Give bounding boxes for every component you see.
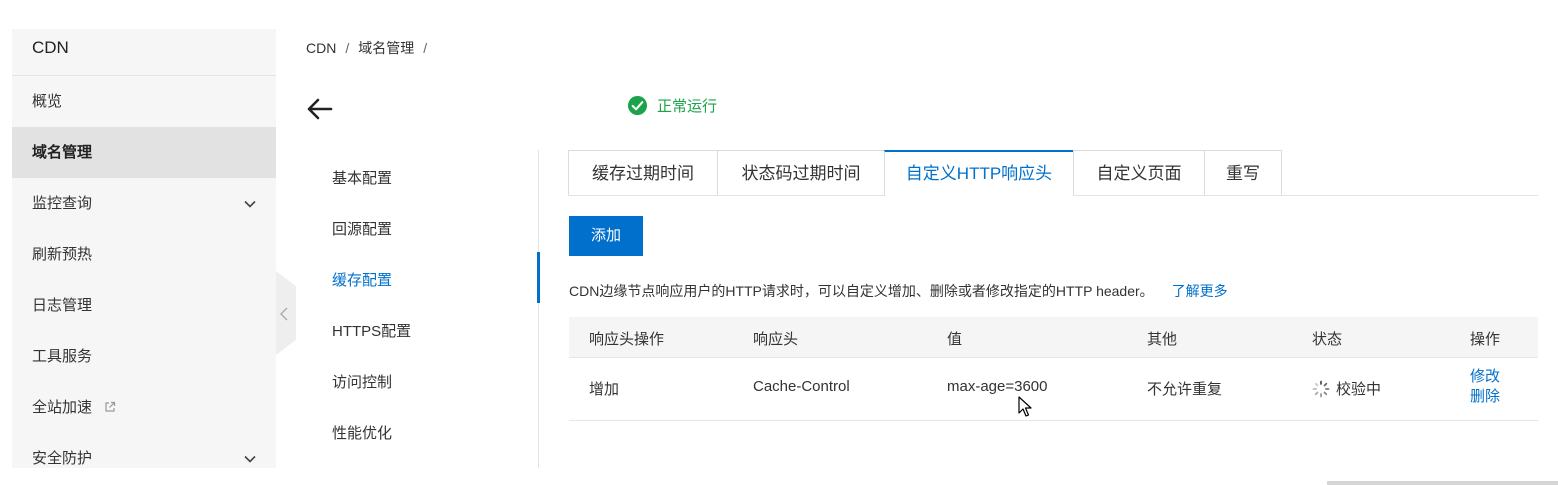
edit-link[interactable]: 修改 [1470,367,1500,387]
tab-custom-http-headers[interactable]: 自定义HTTP响应头 [884,150,1074,196]
subnav-item-label: HTTPS配置 [332,323,412,340]
chevron-down-icon [244,455,256,463]
tab-label: 缓存过期时间 [592,164,694,183]
add-button[interactable]: 添加 [569,216,643,256]
check-circle-icon [627,95,648,116]
row-other: 不允许重复 [1147,381,1223,398]
sidebar-item-label: 安全防护 [32,450,93,467]
config-subnav: 基本配置 回源配置 缓存配置 HTTPS配置 访问控制 性能优化 [306,150,540,468]
subnav-item-label: 缓存配置 [332,272,393,289]
loading-spinner-icon [1312,380,1330,398]
breadcrumb-current[interactable]: 域名管理 [358,40,414,56]
sidebar-item-label: 工具服务 [32,348,93,365]
sidebar-item-label: 刷新预热 [32,246,93,263]
cache-config-tabs: 缓存过期时间 状态码过期时间 自定义HTTP响应头 自定义页面 重写 [568,150,1538,196]
sidebar-item-domain-management[interactable]: 域名管理 [12,127,276,178]
breadcrumb-root[interactable]: CDN [306,40,336,56]
subnav-cache-config[interactable]: 缓存配置 [306,252,540,303]
subnav-https-config[interactable]: HTTPS配置 [306,303,538,354]
sidebar-item-logs[interactable]: 日志管理 [12,280,276,331]
learn-more-link[interactable]: 了解更多 [1172,283,1228,299]
column-header-header: 响应头 [753,331,799,348]
tab-custom-page[interactable]: 自定义页面 [1073,150,1205,195]
chevron-down-icon [244,200,256,208]
sidebar-item-label: 域名管理 [32,144,93,161]
row-operation: 增加 [589,381,620,398]
column-header-value: 值 [947,331,963,348]
sidebar-item-label: 日志管理 [32,297,93,314]
sidebar-title: CDN [12,29,276,76]
domain-status-text: 正常运行 [657,98,718,115]
description-text: CDN边缘节点响应用户的HTTP请求时，可以自定义增加、删除或者修改指定的HTT… [569,283,1154,299]
subnav-access-control[interactable]: 访问控制 [306,354,538,405]
tab-label: 自定义HTTP响应头 [905,164,1053,183]
row-status-text: 校验中 [1336,381,1382,398]
breadcrumb-separator: / [423,40,428,56]
subnav-item-label: 性能优化 [332,425,393,442]
column-header-actions: 操作 [1470,331,1501,348]
table-header: 响应头操作 响应头 值 其他 状态 操作 [569,317,1538,358]
column-header-operation: 响应头操作 [589,331,665,348]
sidebar-item-monitoring[interactable]: 监控查询 [12,178,276,229]
sidebar-collapse-toggle[interactable] [276,271,296,355]
subnav-item-label: 回源配置 [332,221,393,238]
table-row: 增加 Cache-Control max-age=3600 不允许重复 校验中 … [569,358,1538,421]
feature-description: CDN边缘节点响应用户的HTTP请求时，可以自定义增加、删除或者修改指定的HTT… [569,281,1228,301]
sidebar-item-tools[interactable]: 工具服务 [12,331,276,382]
row-actions: 修改 删除 [1470,367,1500,407]
row-status: 校验中 [1312,378,1381,399]
subnav-item-label: 基本配置 [332,170,393,187]
back-arrow-icon[interactable] [305,96,333,122]
subnav-item-label: 访问控制 [332,374,393,391]
domain-status: 正常运行 [627,95,717,116]
column-header-status: 状态 [1312,331,1343,348]
external-link-icon [105,401,116,412]
subnav-origin-config[interactable]: 回源配置 [306,201,538,252]
breadcrumb-separator: / [345,40,350,56]
tab-label: 重写 [1226,164,1260,183]
chevron-left-icon [280,307,288,321]
tab-rewrite[interactable]: 重写 [1204,150,1282,195]
sidebar-item-label: 概览 [32,93,63,110]
sidebar-item-label: 监控查询 [32,195,93,212]
sidebar-item-refresh[interactable]: 刷新预热 [12,229,276,280]
delete-link[interactable]: 删除 [1470,387,1500,407]
sidebar-item-overview[interactable]: 概览 [12,76,276,127]
row-header-name: Cache-Control [753,378,850,395]
mouse-cursor-icon [1018,396,1032,417]
tab-status-code-expiry[interactable]: 状态码过期时间 [717,150,885,195]
row-header-value: max-age=3600 [947,378,1048,395]
sidebar-item-label: 全站加速 [32,399,93,416]
breadcrumb: CDN / 域名管理 / [306,38,436,58]
tab-label: 自定义页面 [1096,164,1182,183]
tab-cache-expiry[interactable]: 缓存过期时间 [568,150,718,195]
column-header-other: 其他 [1147,331,1178,348]
sidebar-item-security[interactable]: 安全防护 [12,433,276,468]
bottom-scrollbar[interactable] [1327,481,1558,485]
sidebar-item-dcdn[interactable]: 全站加速 [12,382,276,433]
tab-label: 状态码过期时间 [741,164,861,183]
subnav-performance[interactable]: 性能优化 [306,405,538,456]
response-headers-table: 响应头操作 响应头 值 其他 状态 操作 增加 Cache-Control ma… [569,317,1538,421]
subnav-basic-config[interactable]: 基本配置 [306,150,538,201]
sidebar: CDN 概览 域名管理 监控查询 刷新预热 日志管理 工具服务 全站加速 安全防… [12,29,276,468]
